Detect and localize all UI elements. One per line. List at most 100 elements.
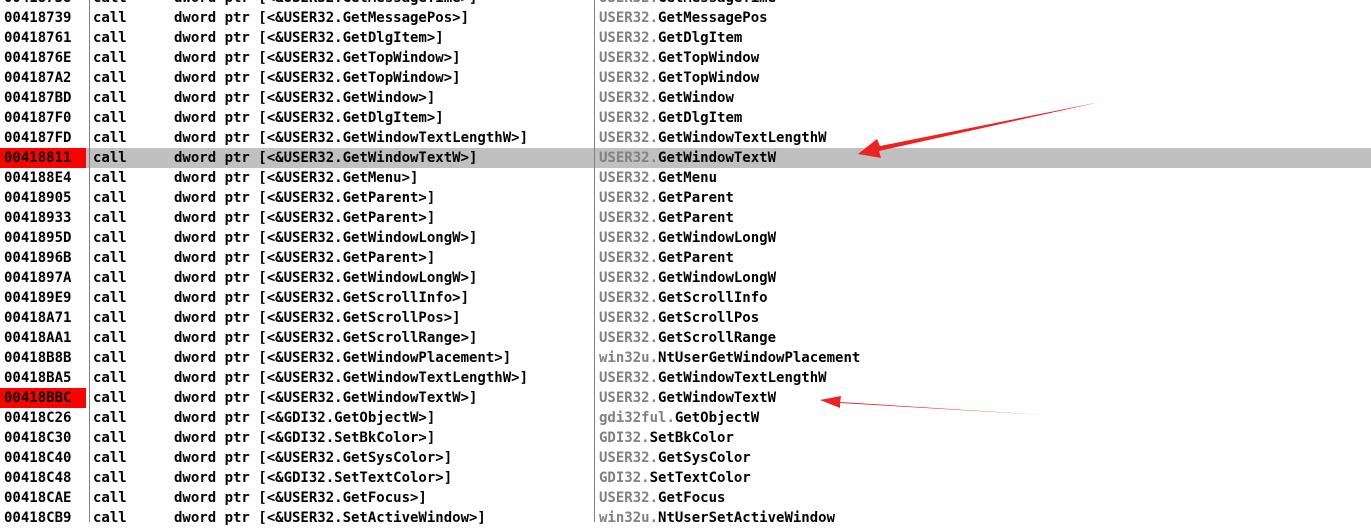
comment-cell[interactable]: USER32.GetDlgItem [599,28,1371,48]
address-cell[interactable]: 00418738 [0,0,86,8]
comment-cell[interactable]: USER32.GetWindowTextLengthW [599,368,1371,388]
address-cell[interactable]: 004188E4 [0,168,86,188]
comment-cell[interactable]: USER32.GetDlgItem [599,108,1371,128]
comment-cell[interactable]: USER32.GetWindowLongW [599,228,1371,248]
address-cell[interactable]: 00418CB9 [0,508,86,528]
instruction-cell[interactable]: call dword ptr [<&USER32.GetWindowTextLen… [93,128,593,148]
comment-cell[interactable]: USER32.GetSysColor [599,448,1371,468]
comment-cell[interactable]: USER32.GetMenu [599,168,1371,188]
table-row[interactable]: 00418AA1 call dword ptr [<&USER32.GetScrol… [0,328,1371,348]
instruction-cell[interactable]: call dword ptr [<&USER32.GetWindowPlaceme… [93,348,593,368]
comment-cell[interactable]: win32u.NtUserGetWindowPlacement [599,348,1371,368]
instruction-cell[interactable]: calldword ptr [<&USER32.GetMessageTime>] [93,0,593,8]
instruction-cell[interactable]: call dword ptr [<&USER32.GetDlgItem>] [93,108,593,128]
instruction-cell[interactable]: call dword ptr [<&USER32.GetScrollRange>] [93,328,593,348]
table-row[interactable]: 00418811 call dword ptr [<&USER32.GetWindo… [0,148,1371,168]
comment-cell[interactable]: gdi32ful.GetObjectW [599,408,1371,428]
instruction-cell[interactable]: call dword ptr [<&USER32.GetMessagePos>] [93,8,593,28]
instruction-cell[interactable]: call dword ptr [<&USER32.GetSysColor>] [93,448,593,468]
comment-cell[interactable]: USER32.GetScrollInfo [599,288,1371,308]
address-cell[interactable]: 00418CAE [0,488,86,508]
address-cell[interactable]: 00418C48 [0,468,86,488]
comment-cell[interactable]: USER32.GetFocus [599,488,1371,508]
address-cell[interactable]: 00418BA5 [0,368,86,388]
table-row[interactable]: 004187F0 call dword ptr [<&USER32.GetDlgIt… [0,108,1371,128]
table-row[interactable]: 00418BBC call dword ptr [<&USER32.GetWindo… [0,388,1371,408]
comment-cell[interactable]: USER32.GetTopWindow [599,68,1371,88]
disassembly-call-list[interactable]: 00418738 calldword ptr [<&USER32.GetMessa… [0,0,1371,528]
comment-cell[interactable]: USER32.GetMessagePos [599,8,1371,28]
instruction-cell[interactable]: call dword ptr [<&USER32.GetTopWindow>] [93,68,593,88]
comment-cell[interactable]: USER32.GetScrollRange [599,328,1371,348]
instruction-cell[interactable]: call dword ptr [<&USER32.GetWindowTextW>] [93,148,593,168]
comment-cell[interactable]: USER32.GetScrollPos [599,308,1371,328]
instruction-cell[interactable]: call dword ptr [<&USER32.GetWindow>] [93,88,593,108]
table-row[interactable]: 004188E4 call dword ptr [<&USER32.GetMenu>… [0,168,1371,188]
comment-cell[interactable]: GDI32.SetBkColor [599,428,1371,448]
instruction-cell[interactable]: call dword ptr [<&USER32.GetParent>] [93,248,593,268]
address-cell[interactable]: 00418739 [0,8,86,28]
comment-cell[interactable]: USER32.GetTopWindow [599,48,1371,68]
comment-cell[interactable]: USER32.GetMessageTime [599,0,1371,8]
address-cell-breakpoint[interactable]: 00418811 [0,148,86,168]
column-divider-comment[interactable] [594,0,595,522]
table-row[interactable]: 00418CAE call dword ptr [<&USER32.GetFocus… [0,488,1371,508]
address-cell[interactable]: 004189E9 [0,288,86,308]
table-row[interactable]: 00418BA5 call dword ptr [<&USER32.GetWindo… [0,368,1371,388]
address-cell[interactable]: 0041897A [0,268,86,288]
comment-cell[interactable]: GDI32.SetTextColor [599,468,1371,488]
table-row[interactable]: 004189E9 call dword ptr [<&USER32.GetScrol… [0,288,1371,308]
table-row[interactable]: 00418C30 call dword ptr [<&GDI32.SetBkColo… [0,428,1371,448]
table-row[interactable]: 004187A2 call dword ptr [<&USER32.GetTopWi… [0,68,1371,88]
comment-cell[interactable]: USER32.GetWindowTextW [599,148,1371,168]
instruction-cell[interactable]: call dword ptr [<&USER32.GetParent>] [93,208,593,228]
comment-cell[interactable]: USER32.GetParent [599,248,1371,268]
address-cell-breakpoint[interactable]: 00418BBC [0,388,86,408]
instruction-cell[interactable]: call dword ptr [<&USER32.GetWindowTextLen… [93,368,593,388]
address-cell[interactable]: 00418905 [0,188,86,208]
instruction-cell[interactable]: call dword ptr [<&GDI32.SetTextColor>] [93,468,593,488]
comment-cell[interactable]: USER32.GetParent [599,188,1371,208]
table-row[interactable]: 00418C40 call dword ptr [<&USER32.GetSysCo… [0,448,1371,468]
comment-cell[interactable]: USER32.GetWindowTextW [599,388,1371,408]
table-row[interactable]: 00418C26 call dword ptr [<&GDI32.GetObject… [0,408,1371,428]
comment-cell[interactable]: USER32.GetWindow [599,88,1371,108]
address-cell[interactable]: 00418A71 [0,308,86,328]
instruction-cell[interactable]: call dword ptr [<&USER32.SetActiveWindow>… [93,508,593,528]
table-row[interactable]: 00418933 call dword ptr [<&USER32.GetParen… [0,208,1371,228]
table-row[interactable]: 0041876E call dword ptr [<&USER32.GetTopWi… [0,48,1371,68]
instruction-cell[interactable]: call dword ptr [<&USER32.GetWindowLongW>] [93,268,593,288]
address-cell[interactable]: 00418C40 [0,448,86,468]
table-row[interactable]: 00418A71 call dword ptr [<&USER32.GetScrol… [0,308,1371,328]
address-cell[interactable]: 004187BD [0,88,86,108]
instruction-cell[interactable]: call dword ptr [<&USER32.GetDlgItem>] [93,28,593,48]
address-cell[interactable]: 00418933 [0,208,86,228]
address-cell[interactable]: 0041895D [0,228,86,248]
address-cell[interactable]: 0041876E [0,48,86,68]
instruction-cell[interactable]: call dword ptr [<&USER32.GetTopWindow>] [93,48,593,68]
address-cell[interactable]: 00418B8B [0,348,86,368]
instruction-cell[interactable]: call dword ptr [<&USER32.GetWindowTextW>] [93,388,593,408]
address-cell[interactable]: 004187A2 [0,68,86,88]
instruction-cell[interactable]: call dword ptr [<&USER32.GetScrollInfo>] [93,288,593,308]
table-row[interactable]: 004187FD call dword ptr [<&USER32.GetWindo… [0,128,1371,148]
table-row[interactable]: 00418761 call dword ptr [<&USER32.GetDlgIt… [0,28,1371,48]
instruction-cell[interactable]: call dword ptr [<&USER32.GetParent>] [93,188,593,208]
instruction-cell[interactable]: call dword ptr [<&USER32.GetFocus>] [93,488,593,508]
table-row[interactable]: 0041896B call dword ptr [<&USER32.GetParen… [0,248,1371,268]
address-cell[interactable]: 004187FD [0,128,86,148]
instruction-cell[interactable]: call dword ptr [<&USER32.GetMenu>] [93,168,593,188]
table-row[interactable]: 0041895D call dword ptr [<&USER32.GetWindo… [0,228,1371,248]
instruction-cell[interactable]: call dword ptr [<&USER32.GetScrollPos>] [93,308,593,328]
address-cell[interactable]: 00418C30 [0,428,86,448]
column-divider-address[interactable] [89,0,90,522]
address-cell[interactable]: 0041896B [0,248,86,268]
comment-cell[interactable]: win32u.NtUserSetActiveWindow [599,508,1371,528]
comment-cell[interactable]: USER32.GetWindowLongW [599,268,1371,288]
address-cell[interactable]: 00418761 [0,28,86,48]
table-row[interactable]: 00418738 calldword ptr [<&USER32.GetMessa… [0,0,1371,8]
table-row[interactable]: 00418C48 call dword ptr [<&GDI32.SetTextCo… [0,468,1371,488]
table-row[interactable]: 004187BD call dword ptr [<&USER32.GetWindo… [0,88,1371,108]
table-row[interactable]: 00418739 call dword ptr [<&USER32.GetMessa… [0,8,1371,28]
table-row[interactable]: 00418905 call dword ptr [<&USER32.GetParen… [0,188,1371,208]
